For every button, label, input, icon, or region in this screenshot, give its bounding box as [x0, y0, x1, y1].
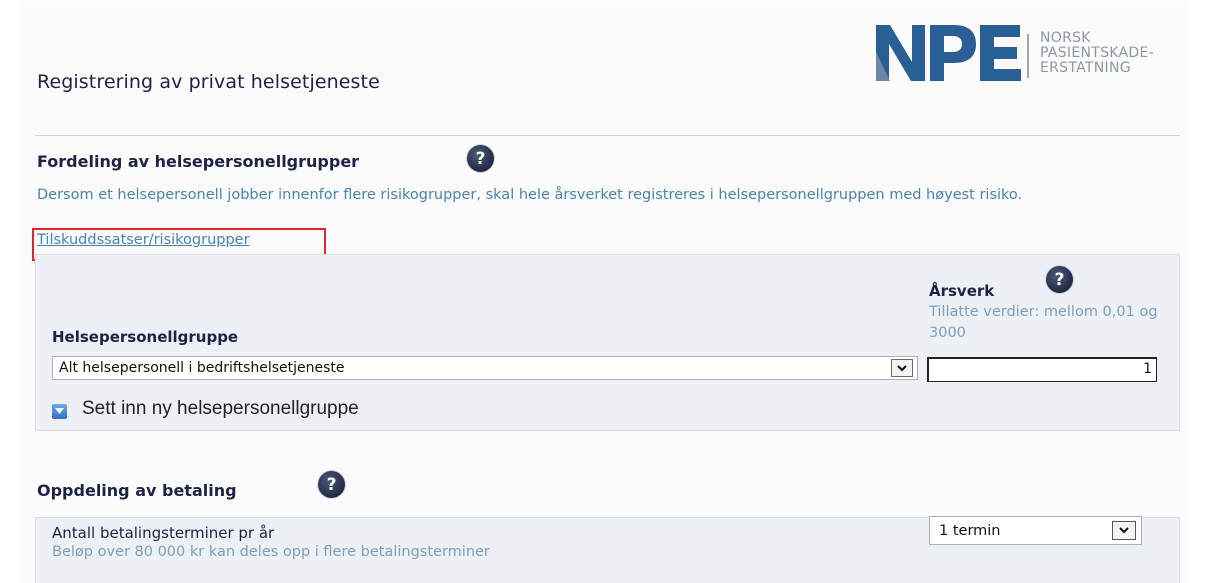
question-mark-icon[interactable]: ? — [1046, 266, 1073, 293]
logo-line-2: PASIENTSKADE- — [1040, 45, 1154, 61]
question-mark-icon[interactable]: ? — [318, 471, 345, 498]
arsverk-label: Årsverk — [929, 282, 995, 300]
chevron-down-icon[interactable] — [1112, 521, 1136, 540]
chevron-down-icon[interactable] — [891, 359, 913, 377]
arsverk-hint: Tillatte verdier: mellom 0,01 og 3000 — [929, 304, 1158, 341]
fordeling-heading: Fordeling av helsepersonellgrupper — [37, 152, 360, 171]
question-mark-icon[interactable]: ? — [467, 145, 494, 172]
betalingsterminer-label: Antall betalingsterminer pr år — [52, 524, 275, 542]
selected-termin: 1 termin — [939, 523, 1001, 539]
header-divider — [35, 135, 1180, 136]
arrow-down-icon — [52, 403, 67, 419]
npe-logo-mark — [876, 25, 1021, 81]
logo-line-1: NORSK — [1040, 30, 1091, 46]
logo-separator — [1027, 34, 1029, 78]
fordeling-description: Dersom et helsepersonell jobber innenfor… — [37, 187, 1023, 203]
helsepersonellgruppe-label: Helsepersonellgruppe — [52, 328, 239, 346]
page-title: Registrering av privat helsetjeneste — [37, 70, 380, 93]
arsverk-input[interactable]: 1 — [927, 357, 1157, 382]
add-group-label: Sett inn ny helsepersonellgruppe — [82, 398, 359, 419]
helsepersonellgruppe-select[interactable]: Alt helsepersonell i bedriftshelsetjenes… — [52, 356, 918, 380]
betalingsterminer-select[interactable]: 1 termin — [929, 516, 1142, 545]
selected-group: Alt helsepersonell i bedriftshelsetjenes… — [59, 360, 345, 376]
npe-logo: NORSK PASIENTSKADE- ERSTATNING — [876, 22, 1176, 84]
logo-line-3: ERSTATNING — [1040, 60, 1131, 76]
add-group-button[interactable]: Sett inn ny helsepersonellgruppe — [52, 398, 359, 420]
logo-wordmark: NORSK PASIENTSKADE- ERSTATNING — [1040, 31, 1154, 76]
betaling-heading: Oppdeling av betaling — [37, 481, 237, 500]
betalingsterminer-hint: Beløp over 80 000 kr kan deles opp i fle… — [52, 544, 490, 560]
